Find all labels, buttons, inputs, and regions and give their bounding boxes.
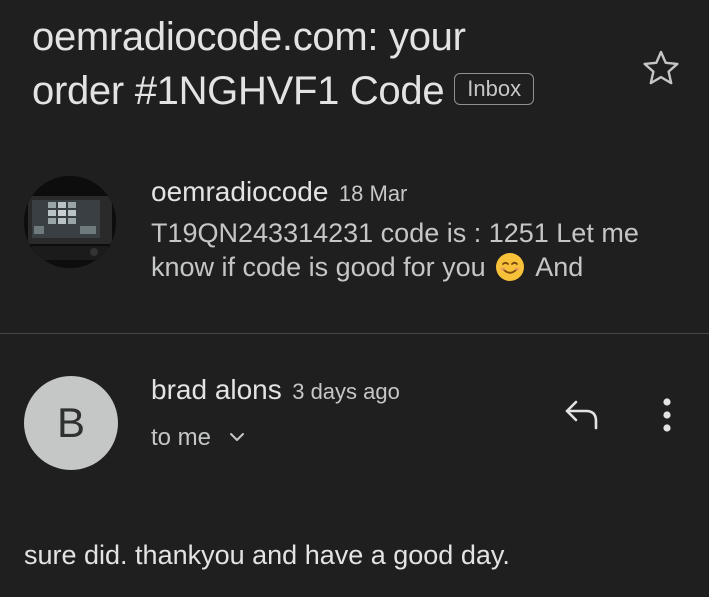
email-subject: oemradiocode.com: your order #1NGHVF1 Co… [32, 10, 632, 118]
message-snippet: T19QN243314231 code is : 1251 Let me kno… [151, 216, 691, 286]
star-outline-icon[interactable] [641, 48, 681, 88]
smiling-face-emoji-icon [496, 252, 525, 281]
message-date: 18 Mar [338, 181, 408, 206]
recipient-label: to me [151, 424, 212, 451]
subject-line-2-text: order #1NGHVF1 Code [32, 69, 445, 113]
sender-name: oemradiocode [151, 176, 329, 207]
radio-unit-photo [24, 176, 116, 268]
message-collapsed[interactable]: oemradiocode 18 Mar T19QN243314231 code … [0, 170, 709, 330]
chevron-down-icon [229, 432, 244, 441]
sender-name: brad alons [151, 374, 282, 405]
inbox-label-chip[interactable]: Inbox [454, 73, 535, 106]
message-divider [0, 333, 709, 334]
message-header-2: brad alons 3 days ago [151, 374, 400, 406]
sender-avatar-photo[interactable] [24, 176, 116, 268]
message-body: sure did. thankyou and have a good day. [24, 540, 510, 570]
reply-icon[interactable] [562, 396, 602, 432]
more-vertical-icon[interactable] [652, 396, 682, 436]
recipient-details-toggle[interactable]: to me [151, 424, 246, 452]
message-date: 3 days ago [292, 379, 400, 404]
subject-line-2: order #1NGHVF1 Code Inbox [32, 64, 632, 118]
message-header-1: oemradiocode 18 Mar [151, 176, 407, 208]
snippet-text-end: And [535, 252, 584, 282]
sender-avatar-letter[interactable]: B [24, 376, 118, 470]
subject-line-1: oemradiocode.com: your [32, 15, 466, 59]
